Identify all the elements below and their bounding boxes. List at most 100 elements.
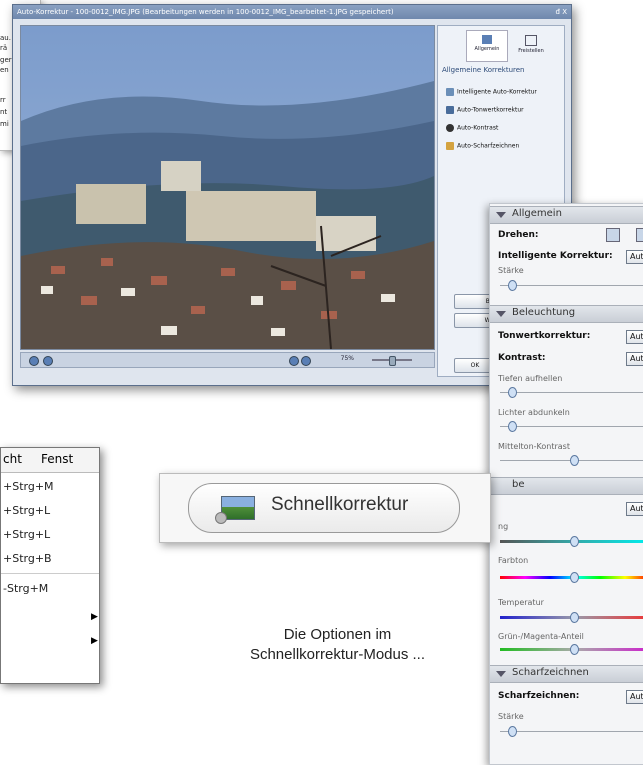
rotate-right-icon[interactable] xyxy=(43,356,53,366)
amount-label: Stärke xyxy=(498,266,524,275)
rotate-left-icon[interactable] xyxy=(29,356,39,366)
menu-fenster[interactable]: Fenst xyxy=(41,452,73,466)
slider-track[interactable] xyxy=(500,285,643,286)
slider-track[interactable] xyxy=(500,426,643,427)
quickfix-label: Schnellkorrektur xyxy=(271,494,409,515)
midtone-label: Mittelton-Kontrast xyxy=(498,442,570,451)
quick-fix-panel: Allgemein Drehen: Intelligente Korrektur… xyxy=(489,203,643,765)
item-label: Auto-Kontrast xyxy=(457,124,499,132)
menu-item[interactable]: +Strg+L xyxy=(3,504,50,517)
slider-track[interactable] xyxy=(500,731,643,732)
tab-freistellen[interactable]: Freistellen xyxy=(510,30,552,62)
rotate-right-icon[interactable] xyxy=(636,228,643,242)
levels-label: Tonwertkorrektur: xyxy=(498,331,591,341)
doc-line: rä xyxy=(0,44,8,52)
levels-icon xyxy=(446,106,454,114)
sharpen-icon xyxy=(446,142,454,150)
section-beleuchtung[interactable]: Beleuchtung xyxy=(490,305,643,323)
slider-knob[interactable] xyxy=(508,421,517,432)
menubar: cht Fenst xyxy=(1,448,99,473)
highlights-label: Lichter abdunkeln xyxy=(498,408,570,417)
section-title: be xyxy=(512,479,525,490)
hue-label: Farbton xyxy=(498,556,529,565)
sharpen-label: Scharfzeichnen: xyxy=(498,691,580,701)
chevron-down-icon xyxy=(496,212,506,218)
slider-track[interactable] xyxy=(500,392,643,393)
smart-fix-auto-button[interactable]: Auto xyxy=(626,250,643,264)
slider-knob[interactable] xyxy=(570,612,579,623)
menu-item[interactable]: +Strg+B xyxy=(3,552,52,565)
sharpen-auto-button[interactable]: Auto xyxy=(626,690,643,704)
levels-auto-button[interactable]: Auto xyxy=(626,330,643,344)
caption-line: Die Optionen im xyxy=(283,626,392,643)
item-label: Auto-Tonwertkorrektur xyxy=(457,106,524,114)
quickfix-callout: Schnellkorrektur xyxy=(159,473,491,543)
saturation-label: ng xyxy=(498,522,509,531)
menu-separator xyxy=(1,573,99,574)
menu-item[interactable]: +Strg+M xyxy=(3,480,54,493)
menu-intelligent-correction[interactable]: Intelligente Auto-Korrektur xyxy=(446,88,537,96)
section-heading: Allgemeine Korrekturen xyxy=(442,66,525,74)
general-icon xyxy=(482,35,492,44)
section-title: Scharfzeichnen xyxy=(512,667,589,678)
sharpen-amount-label: Stärke xyxy=(498,712,524,721)
doc-line: nt xyxy=(0,108,8,116)
section-title: Allgemein xyxy=(512,208,562,219)
doc-line: en xyxy=(0,66,9,74)
rotate-left-icon[interactable] xyxy=(606,228,620,242)
slider-knob[interactable] xyxy=(570,536,579,547)
menu-auto-contrast[interactable]: Auto-Kontrast xyxy=(446,124,498,132)
slider-knob[interactable] xyxy=(570,455,579,466)
chevron-down-icon xyxy=(496,671,506,677)
shadows-label: Tiefen aufhellen xyxy=(498,374,563,383)
menu-auto-levels[interactable]: Auto-Tonwertkorrektur xyxy=(446,106,524,114)
chevron-down-icon xyxy=(496,311,506,317)
doc-line: rr xyxy=(0,96,6,104)
section-farbe[interactable]: be xyxy=(490,477,643,495)
contrast-auto-button[interactable]: Auto xyxy=(626,352,643,366)
photo-preview[interactable] xyxy=(20,25,435,350)
window-controls[interactable]: đ X xyxy=(556,5,567,19)
fit-icon[interactable] xyxy=(289,356,299,366)
badge-icon xyxy=(215,512,227,524)
zoom-level: 75% xyxy=(340,355,354,362)
menu-item[interactable]: -Strg+M xyxy=(3,582,48,595)
doc-line: au. xyxy=(0,34,11,42)
section-title: Beleuchtung xyxy=(512,307,576,318)
dialog-title: Auto-Korrektur - 100-0012_IMG.JPG (Bearb… xyxy=(17,8,394,16)
menu-auto-sharpen[interactable]: Auto-Scharfzeichnen xyxy=(446,142,519,150)
slider-knob[interactable] xyxy=(570,572,579,583)
slider-knob[interactable] xyxy=(508,280,517,291)
submenu-arrow-icon[interactable]: ▶ xyxy=(91,612,98,622)
tab-label: Freistellen xyxy=(518,48,544,54)
hand-icon[interactable] xyxy=(301,356,311,366)
contrast-icon xyxy=(446,124,454,132)
caption-line: Schnellkorrektur-Modus ... xyxy=(249,646,426,663)
item-label: Intelligente Auto-Korrektur xyxy=(457,88,537,96)
temperature-label: Temperatur xyxy=(498,598,544,607)
section-scharfzeichnen[interactable]: Scharfzeichnen xyxy=(490,665,643,683)
slider-knob[interactable] xyxy=(570,644,579,655)
doc-line: mi xyxy=(0,120,9,128)
quickfix-button[interactable]: Schnellkorrektur xyxy=(188,483,460,533)
doc-line: ger xyxy=(0,56,12,64)
context-menu: cht Fenst +Strg+M +Strg+L +Strg+L +Strg+… xyxy=(0,447,100,684)
section-allgemein[interactable]: Allgemein xyxy=(490,206,643,224)
tab-label: Allgemein xyxy=(474,46,500,52)
tab-allgemein[interactable]: Allgemein xyxy=(466,30,508,62)
slider-knob[interactable] xyxy=(508,387,517,398)
crop-icon xyxy=(525,35,537,46)
menu-item[interactable]: +Strg+L xyxy=(3,528,50,541)
slider-knob[interactable] xyxy=(508,726,517,737)
rotate-label: Drehen: xyxy=(498,230,539,240)
dialog-titlebar: Auto-Korrektur - 100-0012_IMG.JPG (Bearb… xyxy=(13,5,571,19)
item-label: Auto-Scharfzeichnen xyxy=(457,142,520,150)
color-auto-button[interactable]: Auto xyxy=(626,502,643,516)
submenu-arrow-icon[interactable]: ▶ xyxy=(91,636,98,646)
auto-fix-icon xyxy=(446,88,454,96)
preview-statusbar: 75% xyxy=(20,352,435,368)
caption: Die Optionen im Schnellkorrektur-Modus .… xyxy=(200,625,475,665)
zoom-slider-thumb[interactable] xyxy=(389,356,396,366)
menu-ansicht[interactable]: cht xyxy=(3,452,22,466)
tint-label: Grün-/Magenta-Anteil xyxy=(498,632,584,641)
